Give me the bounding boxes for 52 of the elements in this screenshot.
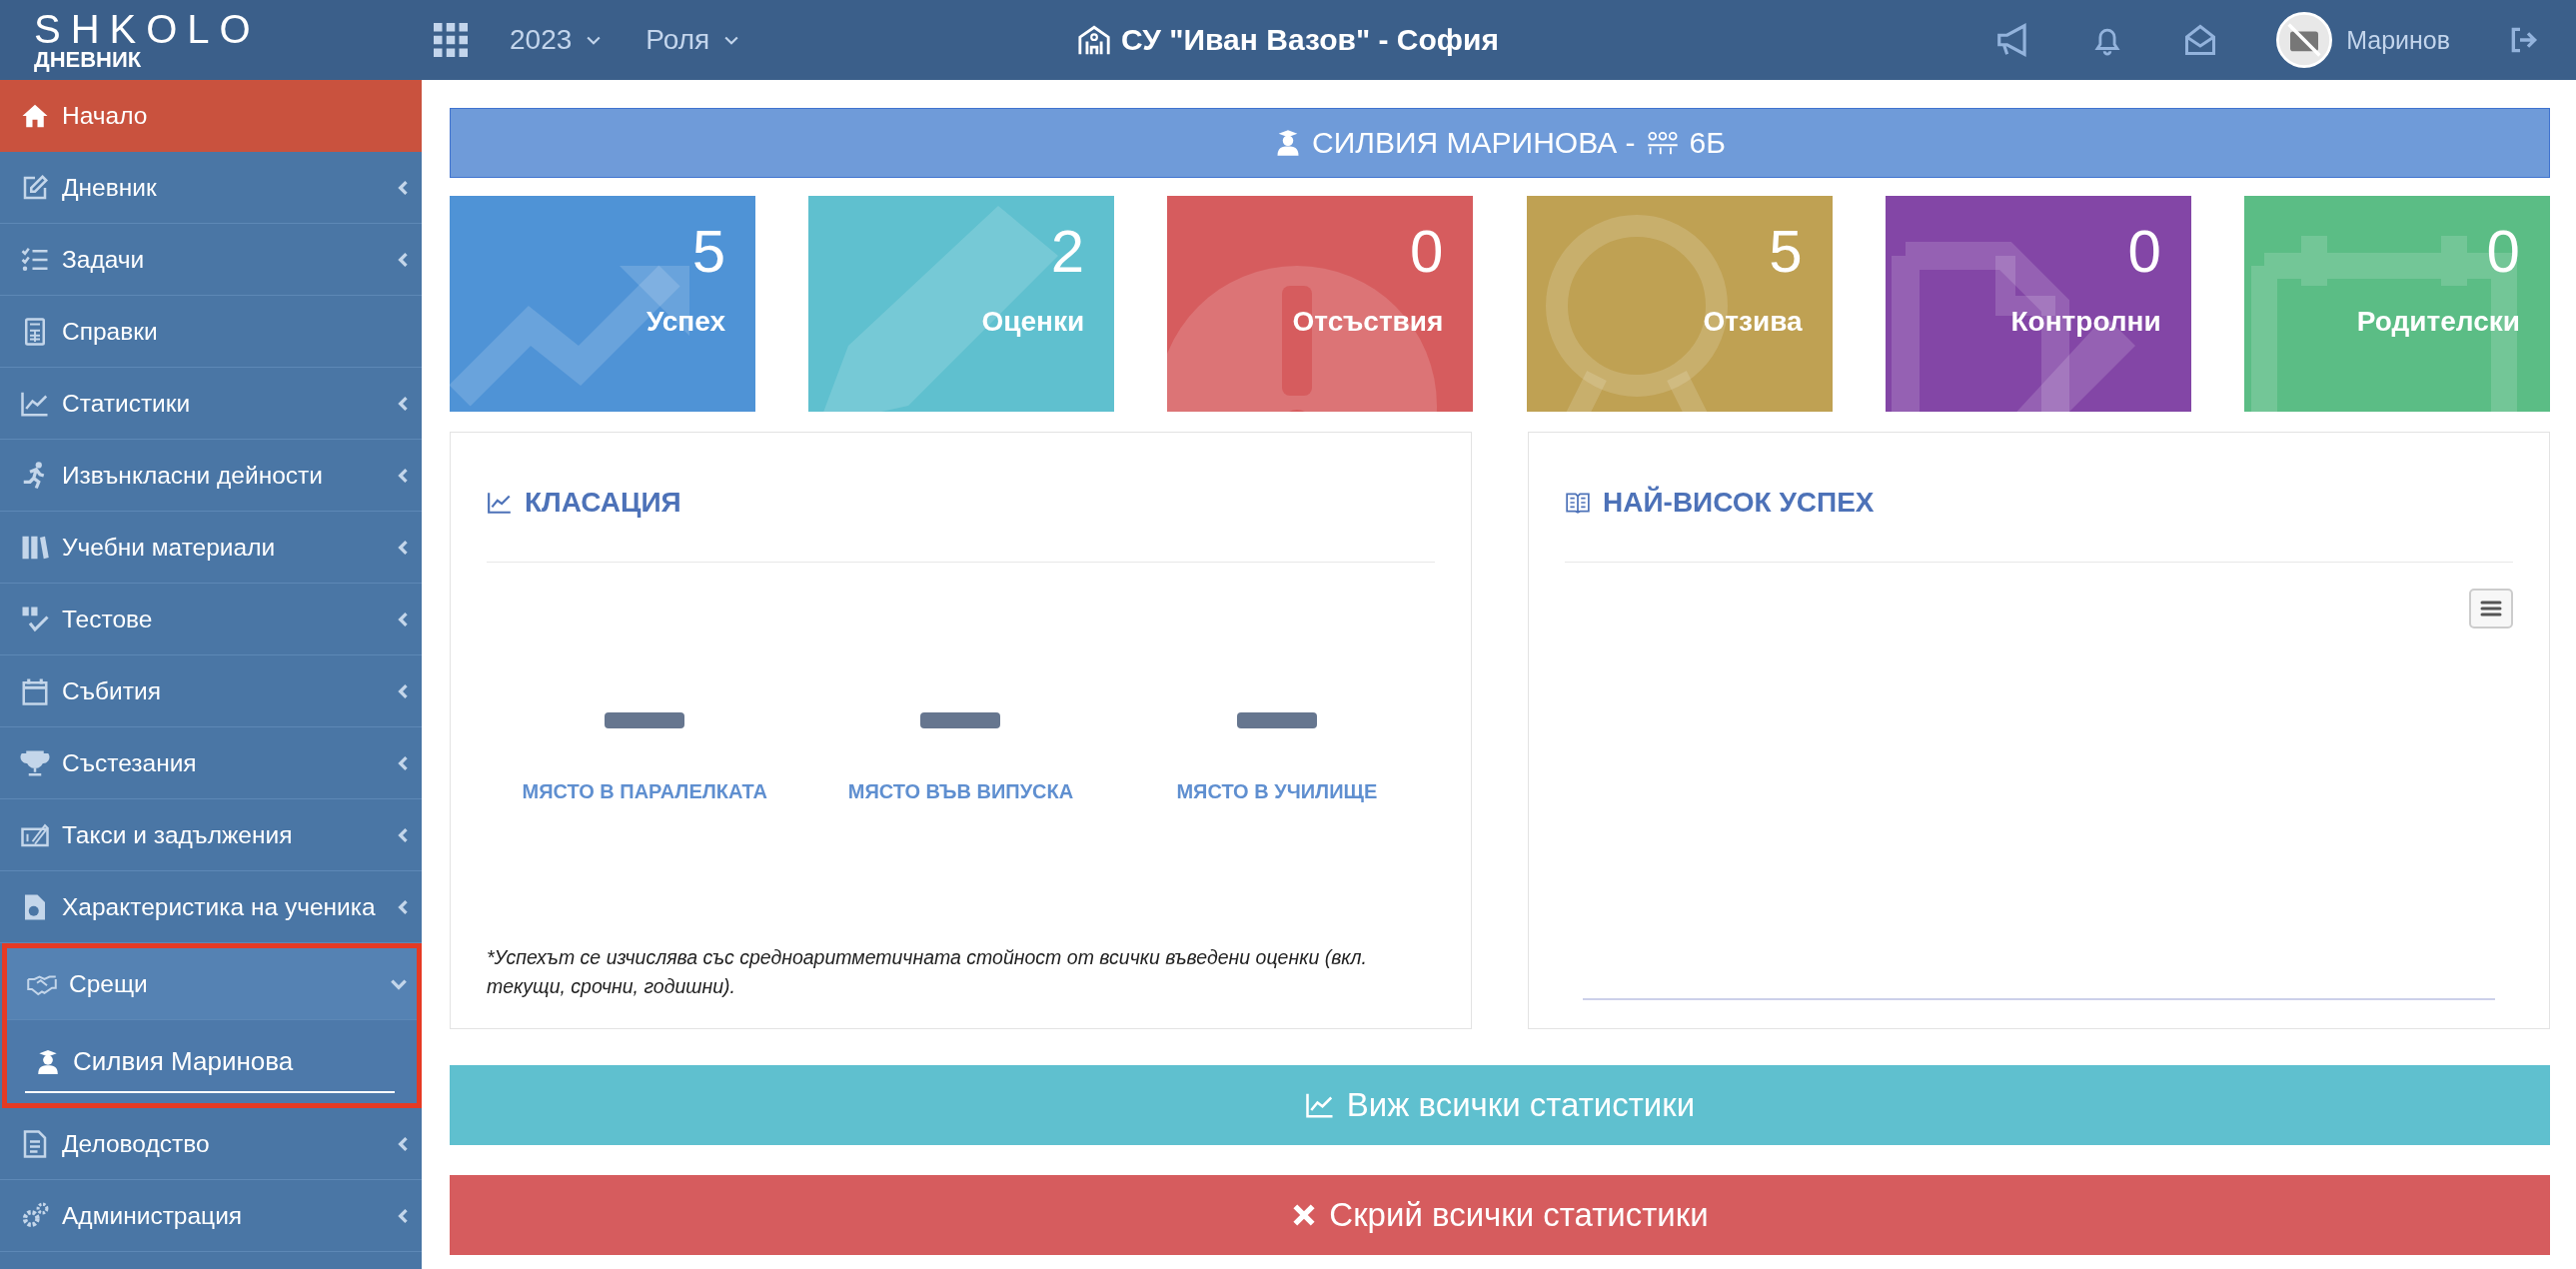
stat-value: 0 [2127,222,2161,282]
sidebar-item[interactable]: Такси и задължения [0,799,422,871]
school-building-icon [1077,23,1111,57]
panel-title: КЛАСАЦИЯ [525,486,681,519]
school-title: СУ "Иван Вазов" - София [1121,23,1499,57]
sidebar-item[interactable]: Дневник [0,152,422,224]
dropdown-button[interactable]: Роля [645,24,742,56]
sidebar-item[interactable]: Справки [0,296,422,368]
logo-subtitle: ДНЕВНИК [34,49,143,71]
rank-label: МЯСТО ВЪВ ВИПУСКА [847,780,1074,803]
stat-value: 2 [1050,222,1085,282]
user-name[interactable]: Маринов [2346,25,2450,55]
sidebar-item[interactable]: Администрация [0,1180,422,1252]
apps-grid-icon[interactable] [434,23,468,57]
sidebar-item[interactable]: Извънкласни дейности [0,440,422,512]
class-group-icon [1645,129,1680,157]
hide-statistics-button[interactable]: Скрий всички статистики [450,1175,2550,1255]
dropdown-button[interactable]: 2023 [510,24,605,56]
stat-card[interactable]: 5 Отзива [1526,196,1833,412]
avatar-icon[interactable] [2276,12,2333,68]
stat-value: 0 [2486,222,2520,282]
stat-label: Отзива [1703,306,1803,338]
stat-label: Контролни [2010,306,2161,338]
sidebar-item[interactable]: Задачи [0,224,422,296]
student-name: СИЛВИЯ МАРИНОВА - [1312,126,1636,160]
stat-label: Отсъствия [1292,306,1444,338]
sidebar-item[interactable]: Статистики [0,368,422,440]
sidebar-item[interactable]: Състезания [0,727,422,799]
stat-card[interactable]: 5 Успех [450,196,755,412]
stat-label: Родителски [2356,306,2520,338]
rank-label: МЯСТО В УЧИЛИЩЕ [1176,780,1378,803]
stat-card[interactable]: 0 Отсъствия [1167,196,1474,412]
stat-label: Успех [646,306,725,338]
stat-value: 5 [691,222,725,282]
sidebar-item[interactable]: Тестове [0,584,422,655]
logo[interactable]: SHKOLO [34,9,434,49]
sidebar-item[interactable]: Срещи [7,948,417,1020]
stat-card[interactable]: 0 Контролни [1885,196,2191,412]
stat-label: Оценки [981,306,1085,338]
stat-value: 0 [1410,222,1444,282]
sidebar-item[interactable]: Характеристика на ученика [0,871,422,943]
sidebar-item[interactable]: Учебни материали [0,512,422,584]
sidebar-item[interactable]: Деловодство [0,1108,422,1180]
stat-value: 5 [1769,222,1803,282]
menu-button[interactable] [2469,589,2513,629]
student-icon [35,1048,61,1075]
panel-title: НАЙ-ВИСОК УСПЕХ [1603,486,1875,519]
class-name: 6Б [1689,126,1726,160]
rank-label: МЯСТО В ПАРАЛЕЛКАТА [522,780,767,803]
sidebar-item[interactable]: Събития [0,655,422,727]
footnote: *Успехът се изчислява със средноаритметичната стойност от всички въведени оценки (вкл. текущи, срочни, годишни). [487,945,1368,999]
sidebar-item[interactable]: Начало [0,80,422,152]
